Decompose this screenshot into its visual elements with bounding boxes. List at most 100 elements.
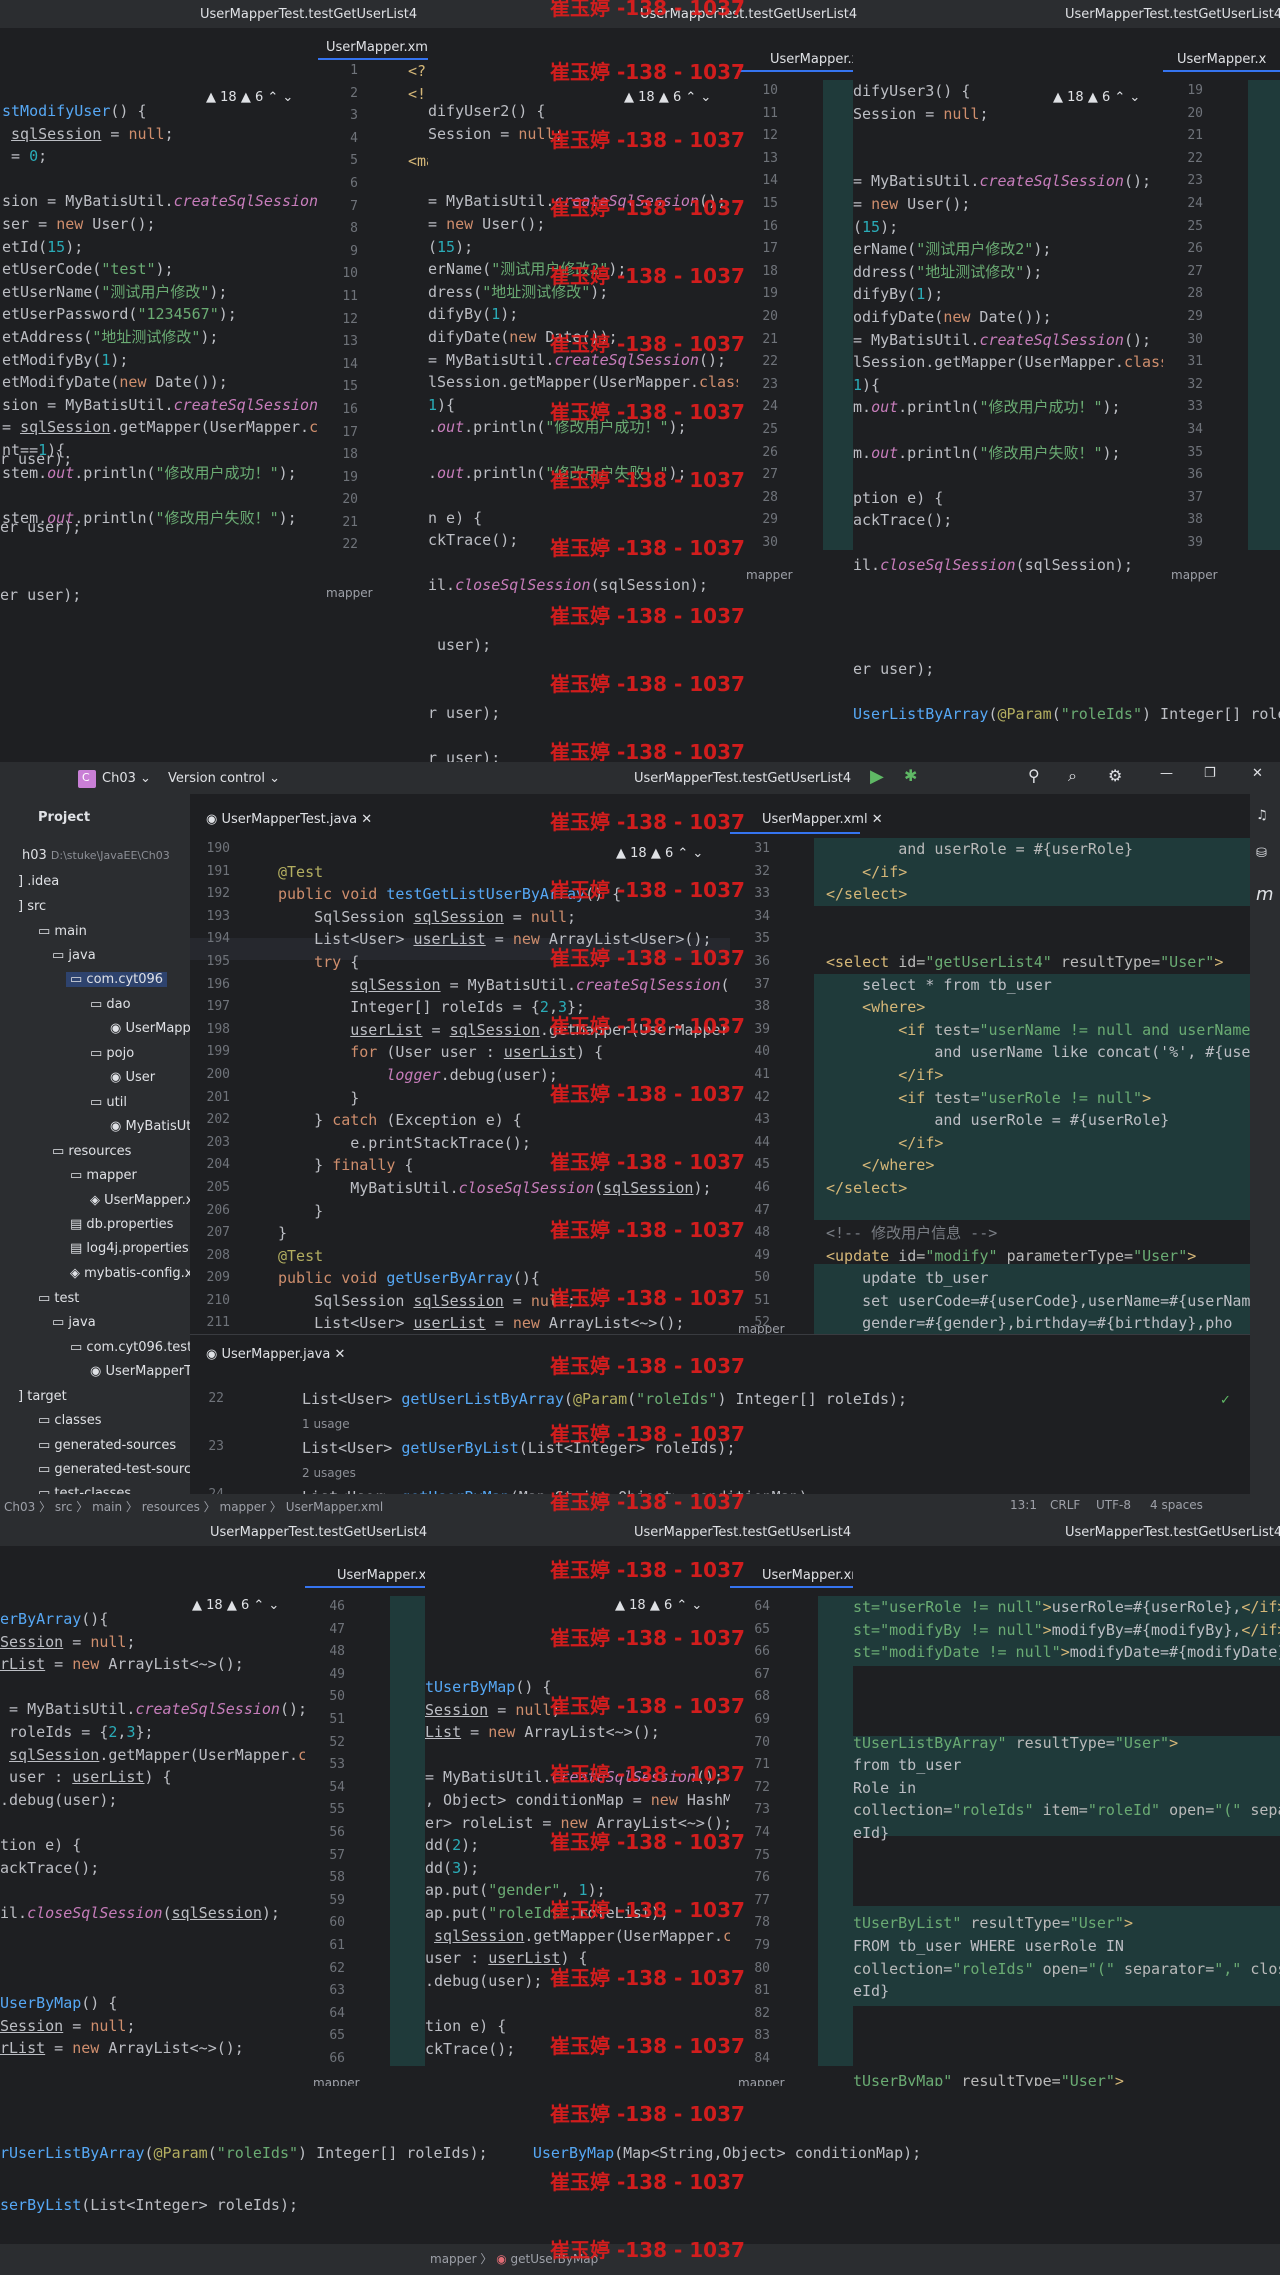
tab-usermapper-xml[interactable]: UserMapper.xm (762, 1568, 853, 1583)
xml-gutter-pane: UserMapper.xm 64 65 66 67 68 69 70 71 72… (730, 1546, 853, 2086)
tree-item[interactable]: ▭ classes (38, 1413, 101, 1428)
line-numbers: 22 23 24 (208, 1391, 224, 1495)
watermark: 崔玉婷 -138 - 1037 (550, 1082, 745, 1106)
watermark: 崔玉婷 -138 - 1037 (550, 536, 745, 560)
tree-item[interactable]: ▭ generated-sources (38, 1438, 176, 1453)
code-block: er user); UserListByArray(@Param("roleId… (853, 660, 1280, 724)
breadcrumb[interactable]: Ch03 〉 src 〉 main 〉 resources 〉 mapper 〉… (4, 1498, 383, 1515)
editor-pane-bottom-left: ▲ 18 ▲ 6 ⌃ ⌄ erByArray(){ Session = null… (0, 1546, 305, 2086)
editor-pane-top-left: ▲ 18 ▲ 6 ⌃ ⌄ stModifyUser() { sqlSession… (0, 28, 318, 608)
tree-item[interactable]: ▭ resources (52, 1144, 131, 1159)
tree-item[interactable]: ◉ UserMapp (110, 1021, 190, 1036)
watermark: 崔玉婷 -138 - 1037 (550, 1898, 745, 1922)
tab-usermapper-xml[interactable]: UserMapper.xml (326, 40, 428, 55)
run-config-label[interactable]: UserMapperTest.testGetUserList4 (210, 1525, 427, 1540)
watermark: 崔玉婷 -138 - 1037 (550, 2238, 745, 2262)
code-block: erByArray(){ Session = null; rList = new… (0, 1610, 305, 2058)
version-control-menu[interactable]: Version control ⌄ (168, 771, 280, 786)
minimize-icon[interactable]: — (1160, 766, 1173, 781)
indent-setting[interactable]: 4 spaces (1150, 1498, 1203, 1512)
tree-item[interactable]: ▭ pojo (90, 1046, 134, 1061)
tree-item[interactable]: ▭ generated-test-sources (38, 1462, 190, 1477)
watermark: 崔玉婷 -138 - 1037 (550, 1830, 745, 1854)
tab-usermapper-xml[interactable]: UserMapper.xm (337, 1568, 425, 1583)
tree-item[interactable]: ] src (18, 899, 46, 914)
maximize-icon[interactable]: ❐ (1204, 766, 1216, 781)
watermark: 崔玉婷 -138 - 1037 (550, 1354, 745, 1378)
tree-item[interactable]: ] target (18, 1389, 67, 1404)
line-numbers: 19 20 21 22 23 24 25 26 27 28 29 30 31 3… (1187, 83, 1203, 550)
tree-item[interactable]: ▭ mapper (70, 1168, 137, 1183)
tree-item[interactable]: ◉ UserMapperT (90, 1364, 190, 1379)
code-block: tUserByMap() { Session = null; List = ne… (425, 1678, 730, 2086)
account-icon[interactable]: ⚲ (1028, 766, 1040, 785)
tree-item[interactable]: ▭ test (38, 1291, 79, 1306)
watermark: 崔玉婷 -138 - 1037 (550, 740, 745, 764)
tree-item[interactable]: ▭ dao (90, 997, 131, 1012)
tab-usermapper-xml[interactable]: UserMapper.x (770, 52, 853, 67)
project-panel-title[interactable]: Project (38, 810, 90, 825)
maven-icon[interactable]: m (1256, 884, 1274, 905)
tree-item[interactable]: ▭ com.cyt096 (66, 972, 168, 987)
tree-item[interactable]: ◉ User (110, 1070, 155, 1085)
run-config-label[interactable]: UserMapperTest.testGetUserList4 (1065, 1525, 1280, 1540)
tree-item[interactable]: ◈ mybatis-config.x (70, 1266, 190, 1281)
database-icon[interactable]: ⛁ (1256, 846, 1267, 861)
tree-item[interactable]: ▭ com.cyt096.test (70, 1340, 190, 1355)
gear-icon[interactable]: ⚙ (1108, 766, 1122, 785)
watermark: 崔玉婷 -138 - 1037 (550, 468, 745, 492)
watermark: 崔玉婷 -138 - 1037 (550, 332, 745, 356)
project-selector[interactable]: Ch03 ⌄ (102, 771, 151, 786)
code-block: and userRole = #{userRole} </if> </selec… (826, 840, 1250, 1333)
inspection-widget[interactable]: ▲ 18 ▲ 6 ⌃ ⌄ (615, 1598, 702, 1613)
notifications-icon[interactable]: ♫ (1256, 808, 1268, 823)
tree-item[interactable]: ] .idea (18, 874, 59, 889)
project-badge: C (78, 770, 96, 788)
tree-item[interactable]: ▭ java (52, 1315, 96, 1330)
tab-usermapper-xml[interactable]: UserMapper.x (1177, 52, 1266, 67)
tree-item[interactable]: ▭ util (90, 1095, 127, 1110)
xml-gutter-pane: UserMapper.x 19 20 21 22 23 24 25 26 27 … (1163, 28, 1280, 583)
run-config-label[interactable]: UserMapperTest.testGetUserList4 (1065, 7, 1280, 22)
xml-gutter-pane: UserMapper.xm 46 47 48 49 50 51 52 53 54… (305, 1546, 425, 2086)
tree-item[interactable]: ▭ java (52, 948, 96, 963)
tree-item[interactable]: ◉ MyBatisUt (110, 1119, 190, 1134)
watermark: 崔玉婷 -138 - 1037 (550, 1490, 745, 1514)
watermark: 崔玉婷 -138 - 1037 (550, 810, 745, 834)
right-tool-strip: ♫ ⛁ m (1250, 794, 1280, 1494)
tree-item[interactable]: ▭ test-classes (38, 1486, 131, 1494)
code-block: r user); er user); er user); (0, 450, 82, 604)
run-config-selector[interactable]: UserMapperTest.testGetUserList4 (634, 771, 851, 786)
watermark: 崔玉婷 -138 - 1037 (550, 1694, 745, 1718)
watermark: 崔玉婷 -138 - 1037 (550, 604, 745, 628)
run-config-label[interactable]: UserMapperTest.testGetUserList4 (200, 7, 417, 22)
watermark: 崔玉婷 -138 - 1037 (550, 1626, 745, 1650)
run-icon[interactable]: ▶ (870, 766, 884, 787)
code-block: difyUser3() { Session = null; = MyBatisU… (853, 82, 1163, 575)
project-root[interactable]: h03 D:\stuke\JavaEE\Ch03 (22, 848, 170, 863)
breadcrumb-footer: mapper (746, 568, 793, 582)
tree-item[interactable]: ◈ UserMapper.x (90, 1193, 190, 1208)
line-ending[interactable]: CRLF (1050, 1498, 1080, 1512)
code-block: user); r user); r user); (428, 636, 501, 767)
encoding[interactable]: UTF-8 (1096, 1498, 1131, 1512)
check-icon: ✓ (1220, 1393, 1231, 1408)
breadcrumb-footer: mapper (326, 586, 373, 600)
tree-item[interactable]: ▭ main (38, 924, 87, 939)
watermark: 崔玉婷 -138 - 1037 (550, 1762, 745, 1786)
run-config-label[interactable]: UserMapperTest.testGetUserList4 (634, 1525, 851, 1540)
tab-usermappertest[interactable]: ◉ UserMapperTest.java ✕ (206, 812, 372, 827)
tab-usermapper-xml[interactable]: UserMapper.xml ✕ (762, 812, 883, 827)
close-icon[interactable]: ✕ (1252, 766, 1263, 781)
tree-item[interactable]: ▤ db.properties (70, 1217, 173, 1232)
debug-icon[interactable]: ✱ (904, 766, 917, 785)
cursor-position[interactable]: 13:1 (1010, 1498, 1037, 1512)
editor-pane-bottom-right: st="userRole != null">userRole=#{userRol… (853, 1546, 1280, 2086)
code-block: st="userRole != null">userRole=#{userRol… (853, 1598, 1280, 2086)
tree-item[interactable]: ▤ log4j.properties (70, 1241, 189, 1256)
watermark: 崔玉婷 -138 - 1037 (550, 1014, 745, 1038)
tab-usermapper-java[interactable]: ◉ UserMapper.java ✕ (206, 1347, 345, 1362)
search-icon[interactable]: ⌕ (1068, 766, 1077, 786)
line-numbers: 1 2 3 4 5 6 7 8 9 10 11 12 13 14 15 16 1… (342, 63, 358, 553)
line-numbers: 46 47 48 49 50 51 52 53 54 55 56 57 58 5… (329, 1599, 345, 2066)
